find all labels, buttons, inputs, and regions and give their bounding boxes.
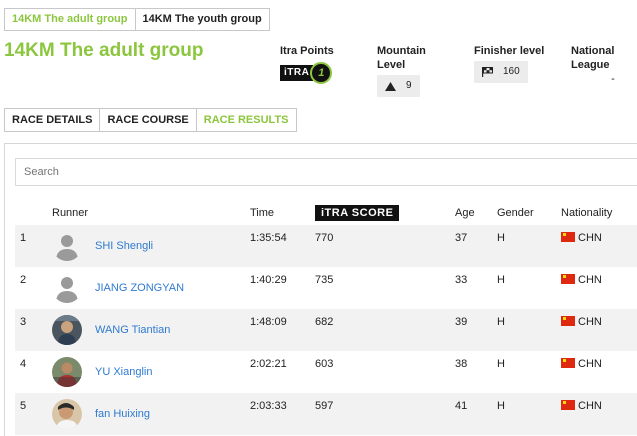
header-runner[interactable]: Runner (52, 201, 88, 225)
china-flag-icon (561, 400, 575, 410)
race-title: 14KM The adult group (4, 40, 204, 61)
row-gender: H (497, 400, 505, 412)
stat-itra-points: Itra Points iTRA 1 (280, 44, 334, 84)
finisher-level-label: Finisher level (474, 45, 545, 57)
finisher-level-badge: 160 (474, 61, 528, 83)
avatar (52, 399, 82, 429)
table-row: 2 JIANG ZONGYAN 1:40:29 735 33 H CHN (15, 267, 637, 309)
row-rank: 1 (20, 232, 27, 244)
results-panel: Runner Time iTRA SCORE Age Gender Nation… (4, 143, 637, 436)
row-time: 1:40:29 (250, 274, 287, 286)
row-time: 2:03:33 (250, 400, 287, 412)
header-age[interactable]: Age (455, 201, 475, 225)
row-score: 597 (315, 400, 334, 412)
mountain-level-label: Mountain Level (377, 45, 426, 71)
row-nationality: CHN (561, 400, 602, 412)
row-age: 38 (455, 358, 468, 370)
row-nationality: CHN (561, 358, 602, 370)
row-score: 735 (315, 274, 334, 286)
row-age: 41 (455, 400, 468, 412)
nationality-code: CHN (578, 316, 602, 328)
itra-score-logo: iTRA SCORE (315, 205, 400, 221)
search-input[interactable] (15, 158, 637, 186)
row-time: 2:02:21 (250, 358, 287, 370)
itra-points-logo: iTRA 1 (280, 62, 334, 84)
national-league-value: - (611, 73, 615, 85)
table-row: 1 SHI Shengli 1:35:54 770 37 H CHN (15, 225, 637, 267)
avatar (52, 315, 82, 345)
stat-national-league: National League - (571, 44, 631, 86)
row-age: 33 (455, 274, 468, 286)
row-score: 682 (315, 316, 334, 328)
header-score[interactable]: iTRA SCORE (315, 201, 400, 225)
tab-race-details[interactable]: RACE DETAILS (4, 108, 101, 132)
table-header: Runner Time iTRA SCORE Age Gender Nation… (15, 201, 637, 225)
table-row: 3 WANG Tiantian 1:48:09 682 39 H CHN (15, 309, 637, 351)
row-gender: H (497, 358, 505, 370)
runner-link[interactable]: JIANG ZONGYAN (95, 282, 184, 294)
tab-race-results[interactable]: RACE RESULTS (196, 108, 297, 132)
mountain-level-value: 9 (406, 80, 412, 91)
row-score: 770 (315, 232, 334, 244)
row-rank: 3 (20, 316, 27, 328)
mountain-icon (385, 81, 396, 91)
china-flag-icon (561, 358, 575, 368)
row-rank: 2 (20, 274, 27, 286)
nationality-code: CHN (578, 274, 602, 286)
nationality-code: CHN (578, 232, 602, 244)
row-nationality: CHN (561, 316, 602, 328)
china-flag-icon (561, 274, 575, 284)
nationality-code: CHN (578, 358, 602, 370)
finisher-level-value: 160 (503, 66, 520, 77)
flag-icon (482, 67, 493, 77)
row-nationality: CHN (561, 232, 602, 244)
header-time[interactable]: Time (250, 201, 274, 225)
itra-points-value: 1 (310, 62, 333, 84)
group-tab-adult[interactable]: 14KM The adult group (4, 8, 136, 31)
tab-race-course[interactable]: RACE COURSE (100, 108, 197, 132)
row-rank: 5 (20, 400, 27, 412)
row-gender: H (497, 232, 505, 244)
runner-link[interactable]: SHI Shengli (95, 240, 153, 252)
header-gender[interactable]: Gender (497, 201, 534, 225)
row-gender: H (497, 316, 505, 328)
itra-logo: iTRA (280, 65, 314, 81)
row-score: 603 (315, 358, 334, 370)
group-tab-youth[interactable]: 14KM The youth group (135, 8, 270, 31)
stat-mountain-level: Mountain Level 9 (377, 44, 447, 97)
china-flag-icon (561, 316, 575, 326)
runner-link[interactable]: YU Xianglin (95, 366, 152, 378)
row-time: 1:48:09 (250, 316, 287, 328)
runner-link[interactable]: fan Huixing (95, 408, 150, 420)
row-nationality: CHN (561, 274, 602, 286)
avatar (52, 357, 82, 387)
table-row: 4 YU Xianglin 2:02:21 603 38 H CHN (15, 351, 637, 393)
mountain-level-badge: 9 (377, 75, 420, 97)
itra-points-label: Itra Points (280, 45, 334, 57)
china-flag-icon (561, 232, 575, 242)
runner-link[interactable]: WANG Tiantian (95, 324, 170, 336)
nationality-code: CHN (578, 400, 602, 412)
avatar (52, 273, 82, 303)
stat-finisher-level: Finisher level 160 (474, 44, 544, 83)
row-gender: H (497, 274, 505, 286)
table-row: 5 fan Huixing 2:03:33 597 41 H CHN (15, 393, 637, 435)
row-age: 37 (455, 232, 468, 244)
race-tabs: RACE DETAILS RACE COURSE RACE RESULTS (4, 108, 297, 132)
header-nationality[interactable]: Nationality (561, 201, 612, 225)
row-age: 39 (455, 316, 468, 328)
national-league-label: National League (571, 45, 615, 71)
group-tabs: 14KM The adult group 14KM The youth grou… (4, 8, 270, 31)
row-rank: 4 (20, 358, 27, 370)
avatar (52, 231, 82, 261)
row-time: 1:35:54 (250, 232, 287, 244)
